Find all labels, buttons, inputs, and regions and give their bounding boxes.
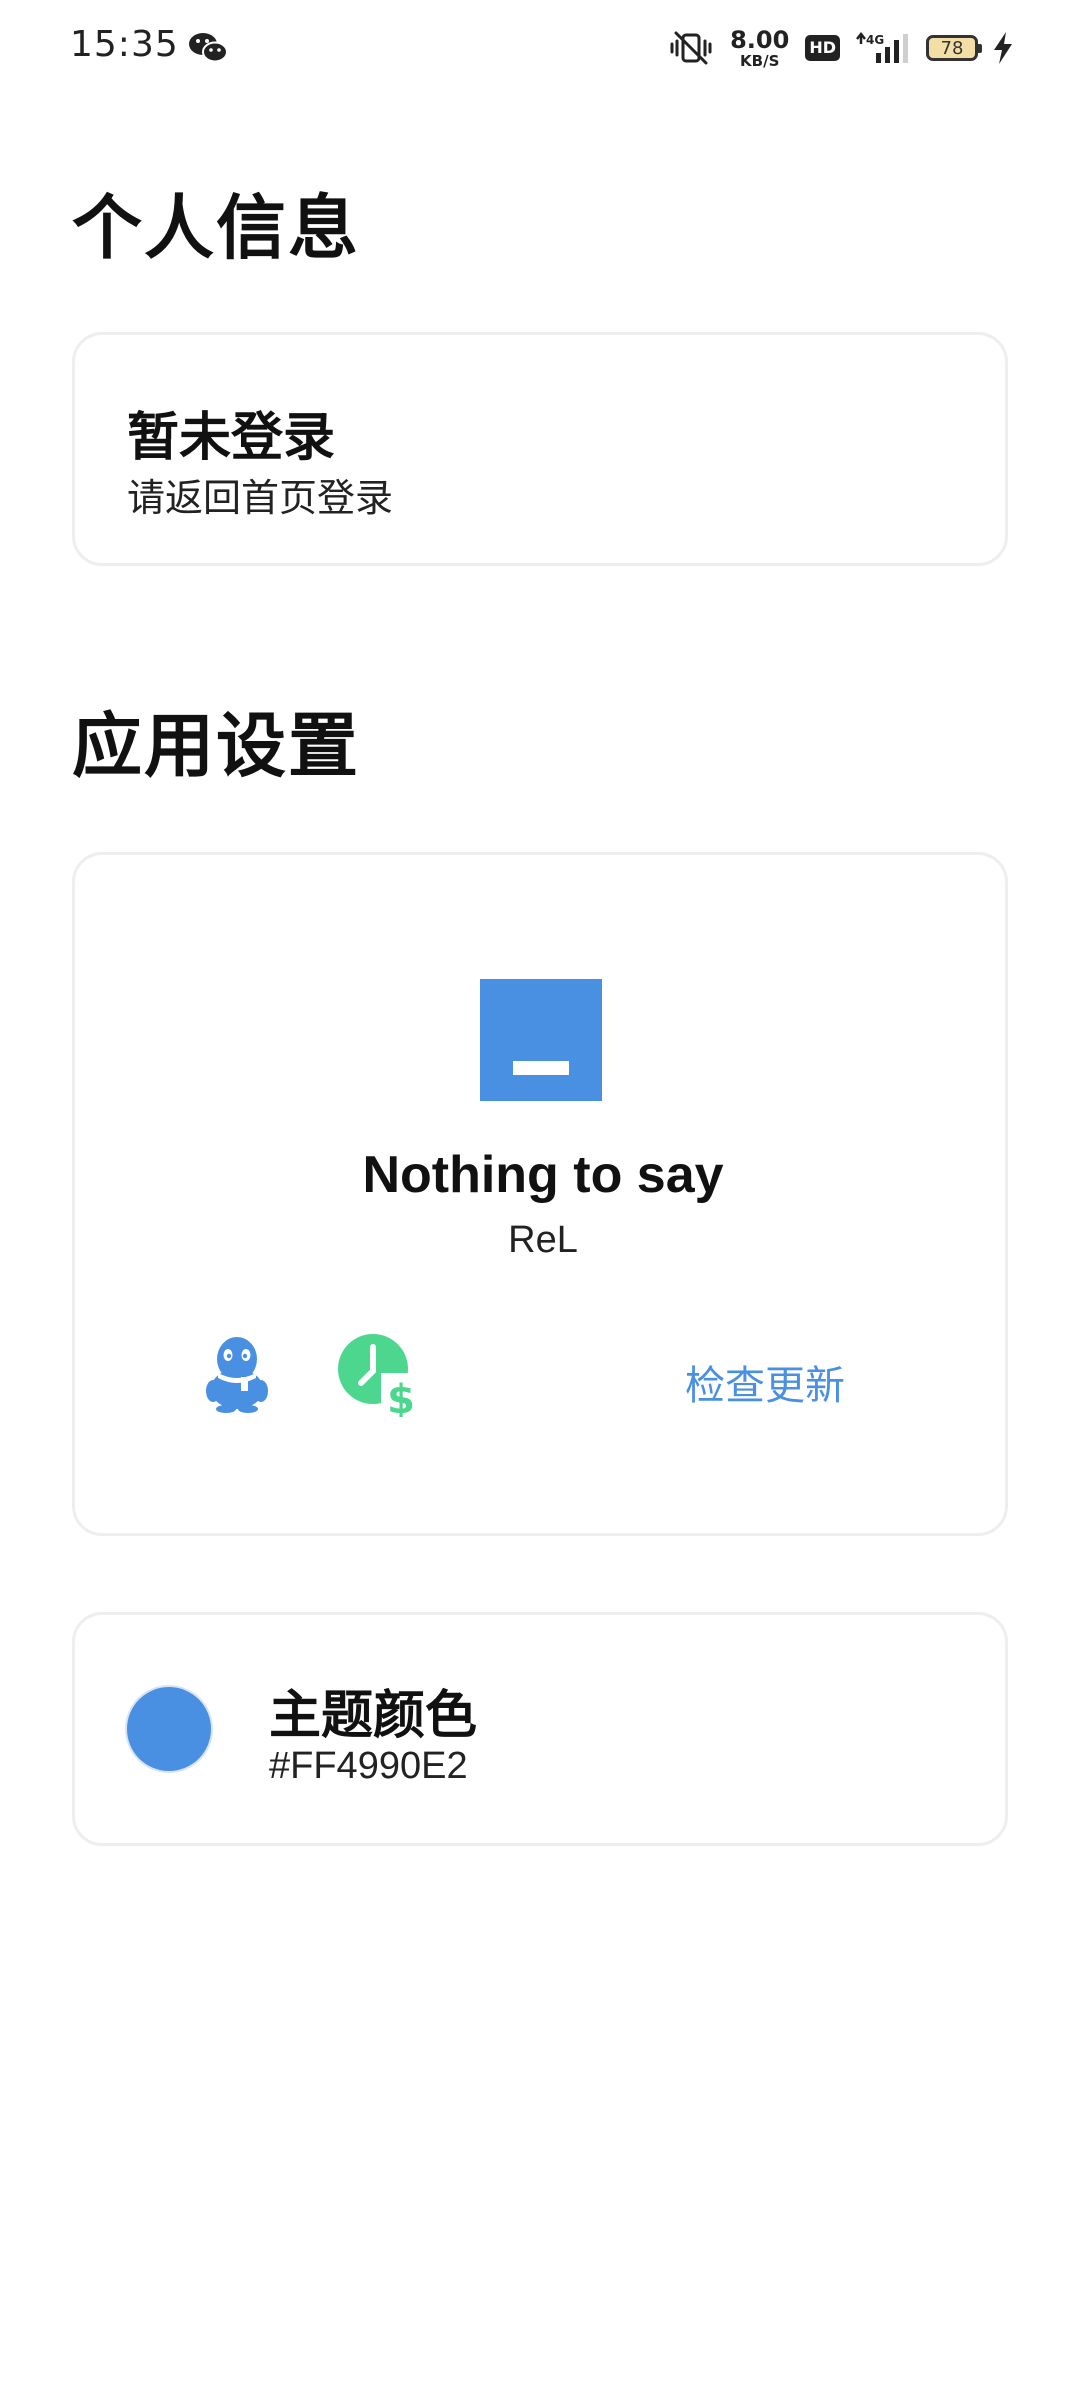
app-author: ReL [508,1219,578,1261]
wechat-icon [189,33,228,63]
about-card: Nothing to say ReL $ 检查更新 [72,852,1008,1536]
theme-color-card[interactable]: 主题颜色 #FF4990E2 [72,1612,1008,1846]
signal-4g-icon: 4G [856,31,908,63]
app-logo [480,979,602,1101]
clock-dollar-icon[interactable]: $ [337,1333,421,1417]
status-time: 15:35 [70,24,179,65]
network-speed-value: 8.00 [730,25,790,54]
vibrate-mute-icon [670,31,712,65]
network-speed: 8.00 KB/S [730,28,789,69]
network-type-label: 4G [866,33,884,47]
qq-penguin-icon[interactable] [201,1333,273,1413]
app-name: Nothing to say [362,1146,724,1204]
personal-info-title: 个人信息 [72,187,360,269]
status-bar: 15:35 8.00 KB/S HD 4G 78 [0,0,1080,96]
hd-badge: HD [805,35,840,61]
battery-indicator: 78 [926,35,982,61]
login-card[interactable]: 暂未登录 请返回首页登录 [72,332,1008,566]
status-indicators: 8.00 KB/S HD 4G 78 [668,22,1014,74]
theme-color-value: #FF4990E2 [269,1745,468,1787]
theme-color-title: 主题颜色 [269,1686,478,1746]
app-settings-title: 应用设置 [72,705,360,787]
theme-color-swatch[interactable] [127,1687,211,1771]
login-status-title: 暂未登录 [127,408,336,468]
login-status-subtitle: 请返回首页登录 [127,476,394,520]
charging-bolt-icon [994,32,1012,64]
svg-text:$: $ [387,1377,415,1417]
network-speed-unit: KB/S [740,51,780,70]
battery-level: 78 [940,37,964,59]
check-update-button[interactable]: 检查更新 [685,1353,845,1411]
app-logo-bar [513,1061,569,1075]
